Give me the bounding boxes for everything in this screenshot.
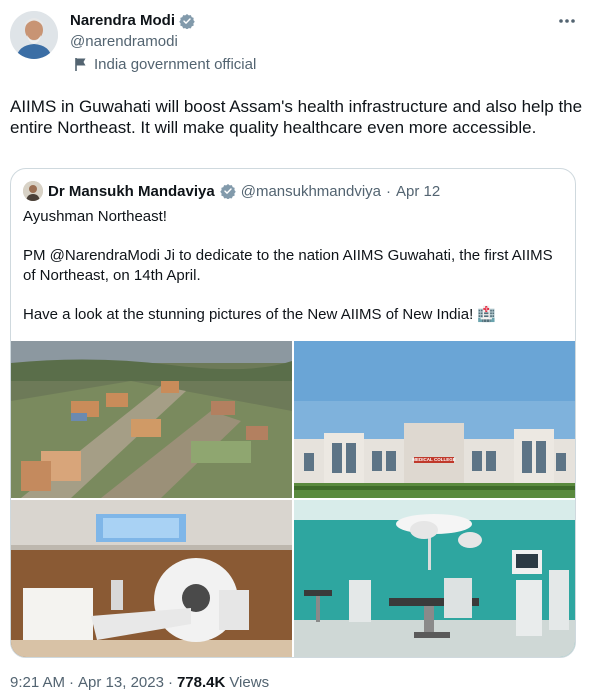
tweet-time[interactable]: 9:21 AM [10,674,65,691]
author-name-row[interactable]: Narendra Modi [70,12,195,29]
author-avatar[interactable] [10,11,58,59]
aerial-campus-image[interactable] [11,341,292,498]
tweet-card: Narendra Modi @narendramodi India govern… [0,0,594,697]
tweet-text: AIIMS in Guwahati will boost Assam's hea… [10,97,583,137]
building-sign: MEDICAL COLLEGE [412,457,456,462]
operation-theatre-image[interactable] [294,500,575,657]
tweet-footer: 9:21 AM · Apr 13, 2023 · 778.4K Views [10,674,269,691]
quoted-date[interactable]: Apr 12 [396,183,440,200]
quoted-line: PM @NarendraModi Ji to dedicate to the n… [23,247,553,284]
quoted-author-handle[interactable]: @mansukhmandviya [241,183,381,200]
verified-badge-icon [219,184,236,199]
more-options-icon[interactable] [556,12,578,30]
quoted-line: Ayushman Northeast! [23,208,167,225]
quoted-separator: · [386,182,392,200]
author-name[interactable]: Narendra Modi [70,12,175,29]
footer-separator: · [69,674,75,691]
hospital-building-image[interactable]: MEDICAL COLLEGE [294,341,575,498]
tweet-date[interactable]: Apr 13, 2023 [78,674,164,691]
government-label-text: India government official [94,56,257,73]
flag-icon [75,58,86,71]
quoted-media-grid: MEDICAL COLLEGE [11,341,575,657]
quoted-tweet[interactable]: Dr Mansukh Mandaviya @mansukhmandviya · … [10,168,576,658]
author-handle[interactable]: @narendramodi [70,33,178,50]
mri-room-image[interactable] [11,500,292,657]
quoted-tweet-header: Dr Mansukh Mandaviya @mansukhmandviya · … [23,181,440,201]
footer-separator: · [167,674,173,691]
views-count[interactable]: 778.4K [177,674,225,691]
verified-badge-icon [179,13,195,29]
government-label: India government official [74,56,256,73]
quoted-line: Have a look at the stunning pictures of … [23,305,497,323]
quoted-tweet-text: Ayushman Northeast! PM @NarendraModi Ji … [23,207,563,344]
quoted-author-avatar[interactable] [23,181,43,201]
quoted-author-name[interactable]: Dr Mansukh Mandaviya [48,183,215,200]
views-label: Views [229,674,270,691]
